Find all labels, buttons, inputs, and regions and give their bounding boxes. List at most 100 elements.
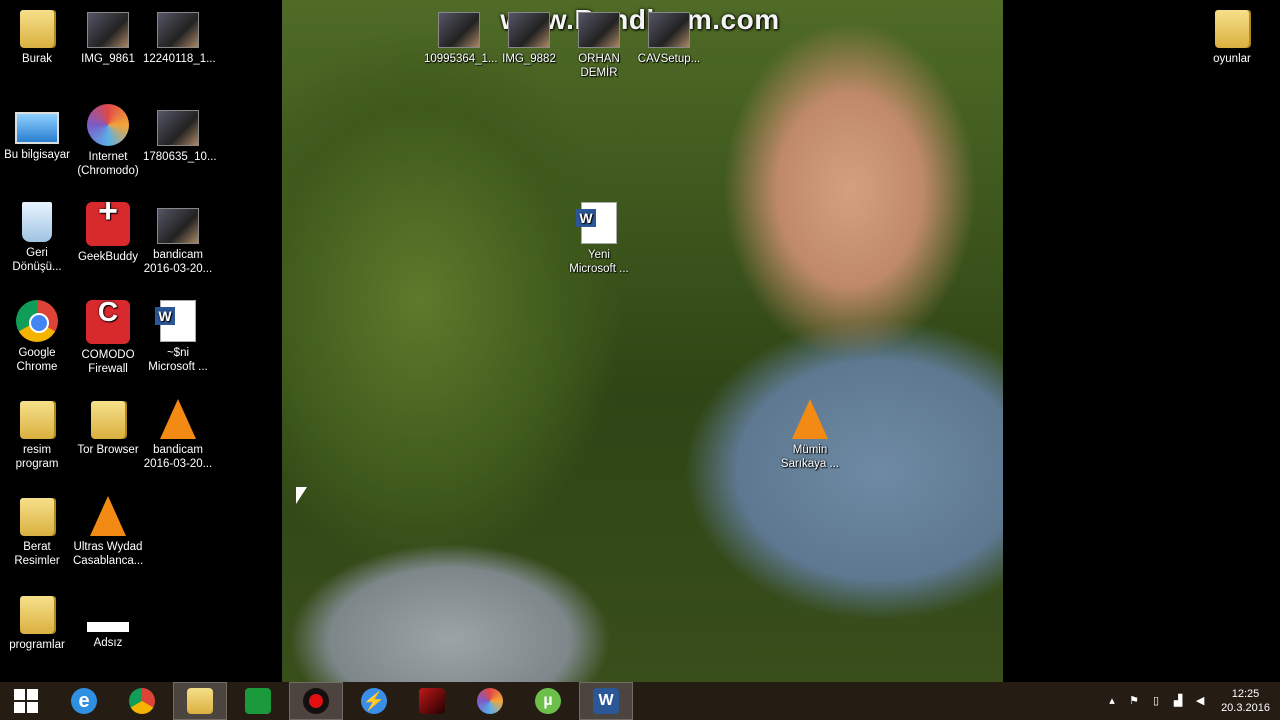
icon-label: Tor Browser	[77, 444, 139, 456]
desktop-icon-oyunlar[interactable]: oyunlar	[1197, 6, 1267, 66]
icon-label: Adsız	[93, 637, 123, 649]
desktop-icon-cavsetup[interactable]: CAVSetup...	[634, 6, 704, 66]
desktop-icon-comodo-firewall[interactable]: COMODO Firewall	[73, 300, 143, 376]
desktop-icon-ultras-wydad[interactable]: Ultras Wydad Casablanca...	[73, 494, 143, 568]
icon-label: 10995364_1...	[424, 53, 498, 65]
desktop-icon-geri-donusum[interactable]: Geri Dönüşü...	[2, 202, 72, 274]
desktop-icon-bu-bilgisayar[interactable]: Bu bilgisayar	[2, 104, 72, 162]
desktop-icon-google-chrome[interactable]: Google Chrome	[2, 300, 72, 374]
vlc-icon	[792, 399, 828, 439]
taskbar: e ⚡ µ W ▴ ⚑ ▯ ▟ ◀ 12:25 20.3.2016	[0, 682, 1280, 720]
geekbuddy-icon	[86, 202, 130, 246]
comodo-icon	[86, 300, 130, 344]
utorrent-icon: µ	[535, 688, 561, 714]
taskbar-bandicam[interactable]	[289, 682, 343, 720]
desktop-icon-mumin-sarikaya[interactable]: Mümin Sarıkaya ...	[775, 397, 845, 471]
photo-icon	[87, 12, 129, 48]
folder-icon	[91, 401, 125, 439]
desktop-icon-img10995364[interactable]: 10995364_1...	[424, 6, 498, 66]
desktop-icon-tor-browser[interactable]: Tor Browser	[73, 397, 143, 457]
desktop-icon-burak[interactable]: Burak	[2, 6, 72, 66]
taskbar-word[interactable]: W	[579, 682, 633, 720]
desktop-icon-img9882[interactable]: IMG_9882	[494, 6, 564, 66]
taskbar-media-app[interactable]	[406, 683, 458, 719]
photo-icon	[157, 110, 199, 146]
icon-label: resim program	[15, 444, 59, 470]
icon-label: Berat Resimler	[14, 541, 60, 567]
taskbar-file-explorer[interactable]	[173, 682, 227, 720]
lightning-app-icon: ⚡	[361, 688, 387, 714]
word-document-icon	[155, 300, 196, 342]
photo-icon	[508, 12, 550, 48]
system-tray: ▴ ⚑ ▯ ▟ ◀ 12:25 20.3.2016	[1105, 682, 1270, 720]
photo-icon	[157, 12, 199, 48]
volume-icon[interactable]: ◀	[1193, 695, 1207, 707]
action-center-flag-icon[interactable]: ⚑	[1127, 695, 1141, 707]
chrome-icon	[129, 688, 155, 714]
chrome-icon	[16, 300, 58, 342]
show-hidden-icons-icon[interactable]: ▴	[1105, 695, 1119, 707]
desktop-icon-img9861[interactable]: IMG_9861	[73, 6, 143, 66]
desktop-icon-img1780635[interactable]: 1780635_10...	[143, 104, 217, 164]
computer-icon	[15, 112, 59, 144]
icon-label: 1780635_10...	[143, 151, 217, 163]
photo-icon	[157, 208, 199, 244]
icon-label: IMG_9882	[502, 53, 556, 65]
mouse-cursor-icon	[296, 487, 307, 504]
taskbar-chromodo[interactable]	[464, 683, 516, 719]
taskbar-lightning-app[interactable]: ⚡	[348, 683, 400, 719]
blank-file-icon	[87, 622, 129, 632]
taskbar-chrome[interactable]	[116, 683, 168, 719]
icon-label: Mümin Sarıkaya ...	[780, 444, 840, 470]
icon-label: Geri Dönüşü...	[12, 247, 62, 273]
icon-label: Google Chrome	[16, 347, 58, 373]
taskbar-utorrent[interactable]: µ	[522, 683, 574, 719]
icon-label: programlar	[9, 639, 65, 651]
desktop-icon-geekbuddy[interactable]: GeekBuddy	[73, 202, 143, 264]
icon-label: ORHAN DEMİR	[578, 53, 620, 79]
media-app-icon	[419, 688, 445, 714]
network-signal-icon[interactable]: ▟	[1171, 695, 1185, 707]
icon-label: Internet (Chromodo)	[77, 151, 139, 177]
vlc-icon	[90, 496, 126, 536]
desktop-icon-sni-microsoft[interactable]: ~$ni Microsoft ...	[143, 300, 213, 374]
icon-label: CAVSetup...	[637, 53, 701, 65]
desktop-icon-bandicam2[interactable]: bandicam 2016-03-20...	[143, 397, 213, 471]
desktop-icon-orhan-demir[interactable]: ORHAN DEMİR	[564, 6, 634, 80]
desktop-icon-berat-resimler[interactable]: Berat Resimler	[2, 494, 72, 568]
desktop-icon-yeni-microsoft[interactable]: Yeni Microsoft ...	[564, 202, 634, 276]
windows-start-icon	[14, 689, 38, 713]
icon-label: oyunlar	[1213, 53, 1251, 65]
taskbar-store[interactable]	[232, 683, 284, 719]
icon-label: Yeni Microsoft ...	[569, 249, 629, 275]
icon-label: Bu bilgisayar	[4, 149, 70, 161]
desktop-icon-internet-chromodo[interactable]: Internet (Chromodo)	[73, 104, 143, 178]
folder-icon	[20, 596, 54, 634]
icon-label: Ultras Wydad Casablanca...	[73, 541, 144, 567]
icon-label: bandicam 2016-03-20...	[143, 444, 213, 470]
icon-label: 12240118_1...	[143, 53, 216, 65]
folder-icon	[20, 401, 54, 439]
folder-icon	[20, 10, 54, 48]
desktop-icon-img12240118[interactable]: 12240118_1...	[143, 6, 216, 66]
icon-label: bandicam 2016-03-20...	[143, 249, 213, 275]
chromodo-icon	[87, 104, 129, 146]
icon-label: IMG_9861	[81, 53, 135, 65]
taskbar-internet-explorer[interactable]: e	[58, 683, 110, 719]
word-document-icon	[576, 202, 617, 244]
clock-date: 20.3.2016	[1221, 702, 1270, 714]
clock[interactable]: 12:25 20.3.2016	[1221, 687, 1270, 715]
desktop-icon-bandicam1[interactable]: bandicam 2016-03-20...	[143, 202, 213, 276]
desktop-icon-adsiz[interactable]: Adsız	[73, 592, 143, 650]
icon-label: Burak	[21, 53, 53, 65]
internet-explorer-icon: e	[71, 688, 97, 714]
bandicam-record-icon	[303, 688, 329, 714]
desktop-icon-programlar[interactable]: programlar	[2, 592, 72, 652]
icon-label: COMODO Firewall	[81, 349, 135, 375]
word-icon: W	[593, 688, 619, 714]
desktop-icon-resim-program[interactable]: resim program	[2, 397, 72, 471]
vlc-icon	[160, 399, 196, 439]
battery-icon[interactable]: ▯	[1149, 695, 1163, 707]
icon-label: GeekBuddy	[77, 251, 139, 263]
start-button[interactable]	[0, 683, 52, 719]
